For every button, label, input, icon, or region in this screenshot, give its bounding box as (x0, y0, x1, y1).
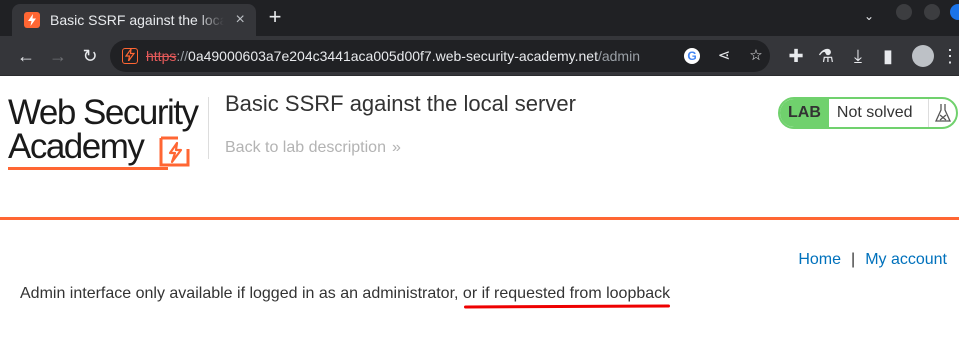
red-underline-annotation (463, 304, 671, 309)
logo-underline (8, 167, 168, 170)
browser-tabstrip: Basic SSRF against the local server × + … (0, 0, 959, 36)
message-part-1: Admin interface only available if logged… (20, 285, 463, 302)
flask-icon (928, 99, 956, 127)
close-window-button[interactable] (950, 4, 959, 20)
my-account-link[interactable]: My account (865, 251, 947, 268)
back-to-lab-description-link[interactable]: Back to lab description » (225, 139, 401, 157)
reload-icon[interactable]: ↻ (78, 44, 102, 68)
back-link-label: Back to lab description (225, 139, 386, 156)
academy-bolt-icon (159, 136, 190, 167)
not-secure-icon[interactable] (122, 46, 138, 64)
tab-search-icon[interactable]: ⌄ (864, 9, 874, 23)
labs-flask-icon[interactable]: ⚗ (814, 44, 838, 68)
share-icon[interactable]: ⋖ (712, 44, 736, 68)
minimize-button[interactable] (896, 4, 912, 20)
extensions-icon[interactable]: ✚ (784, 44, 808, 68)
tab-title: Basic SSRF against the local server (50, 12, 225, 28)
lab-title: Basic SSRF against the local server (225, 91, 576, 116)
browser-toolbar: ← → ↻ https://0a49000603a7e204c3441aca00… (0, 36, 959, 76)
url-separator: :// (176, 48, 189, 64)
header-divider (208, 97, 209, 159)
double-chevron-icon: » (391, 139, 401, 156)
bolt-favicon-icon (24, 12, 40, 28)
admin-access-message: Admin interface only available if logged… (20, 285, 670, 303)
logo-line-1: Web Security (8, 93, 199, 132)
logo-line-2: Academy (8, 127, 145, 166)
lab-status-widget: LAB Not solved (778, 97, 958, 129)
lab-status-text: Not solved (836, 104, 913, 121)
profile-avatar[interactable] (912, 45, 934, 67)
browser-menu-icon[interactable]: ⋮ (938, 44, 959, 68)
url-path: /admin (597, 48, 640, 64)
side-panel-icon[interactable]: ▮ (876, 44, 900, 68)
message-part-2: or if requested from loopback (462, 285, 671, 302)
page-content: Web Security Academy Basic SSRF against … (0, 77, 959, 340)
forward-arrow-icon[interactable]: → (46, 44, 70, 68)
header-orange-rule (0, 217, 959, 220)
url-scheme: https (146, 48, 177, 64)
nav-separator: | (851, 251, 856, 268)
url-host: 0a49000603a7e204c3441aca005d00f7.web-sec… (188, 48, 598, 64)
url-text: https://0a49000603a7e204c3441aca005d00f7… (146, 48, 640, 64)
new-tab-button[interactable]: + (264, 6, 286, 29)
google-lens-icon[interactable]: G (684, 48, 700, 64)
web-security-academy-logo[interactable]: Web Security Academy (8, 93, 204, 170)
back-arrow-icon[interactable]: ← (14, 44, 38, 68)
lab-badge: LAB (780, 99, 829, 127)
browser-tab[interactable]: Basic SSRF against the local server × (12, 4, 256, 36)
top-nav: Home | My account (798, 251, 947, 269)
maximize-button[interactable] (924, 4, 940, 20)
home-link[interactable]: Home (798, 251, 841, 268)
download-icon[interactable]: ⤓ (846, 44, 870, 68)
close-tab-icon[interactable]: × (232, 11, 248, 29)
address-bar[interactable]: https://0a49000603a7e204c3441aca005d00f7… (110, 40, 770, 72)
bookmark-star-icon[interactable]: ☆ (744, 44, 768, 68)
